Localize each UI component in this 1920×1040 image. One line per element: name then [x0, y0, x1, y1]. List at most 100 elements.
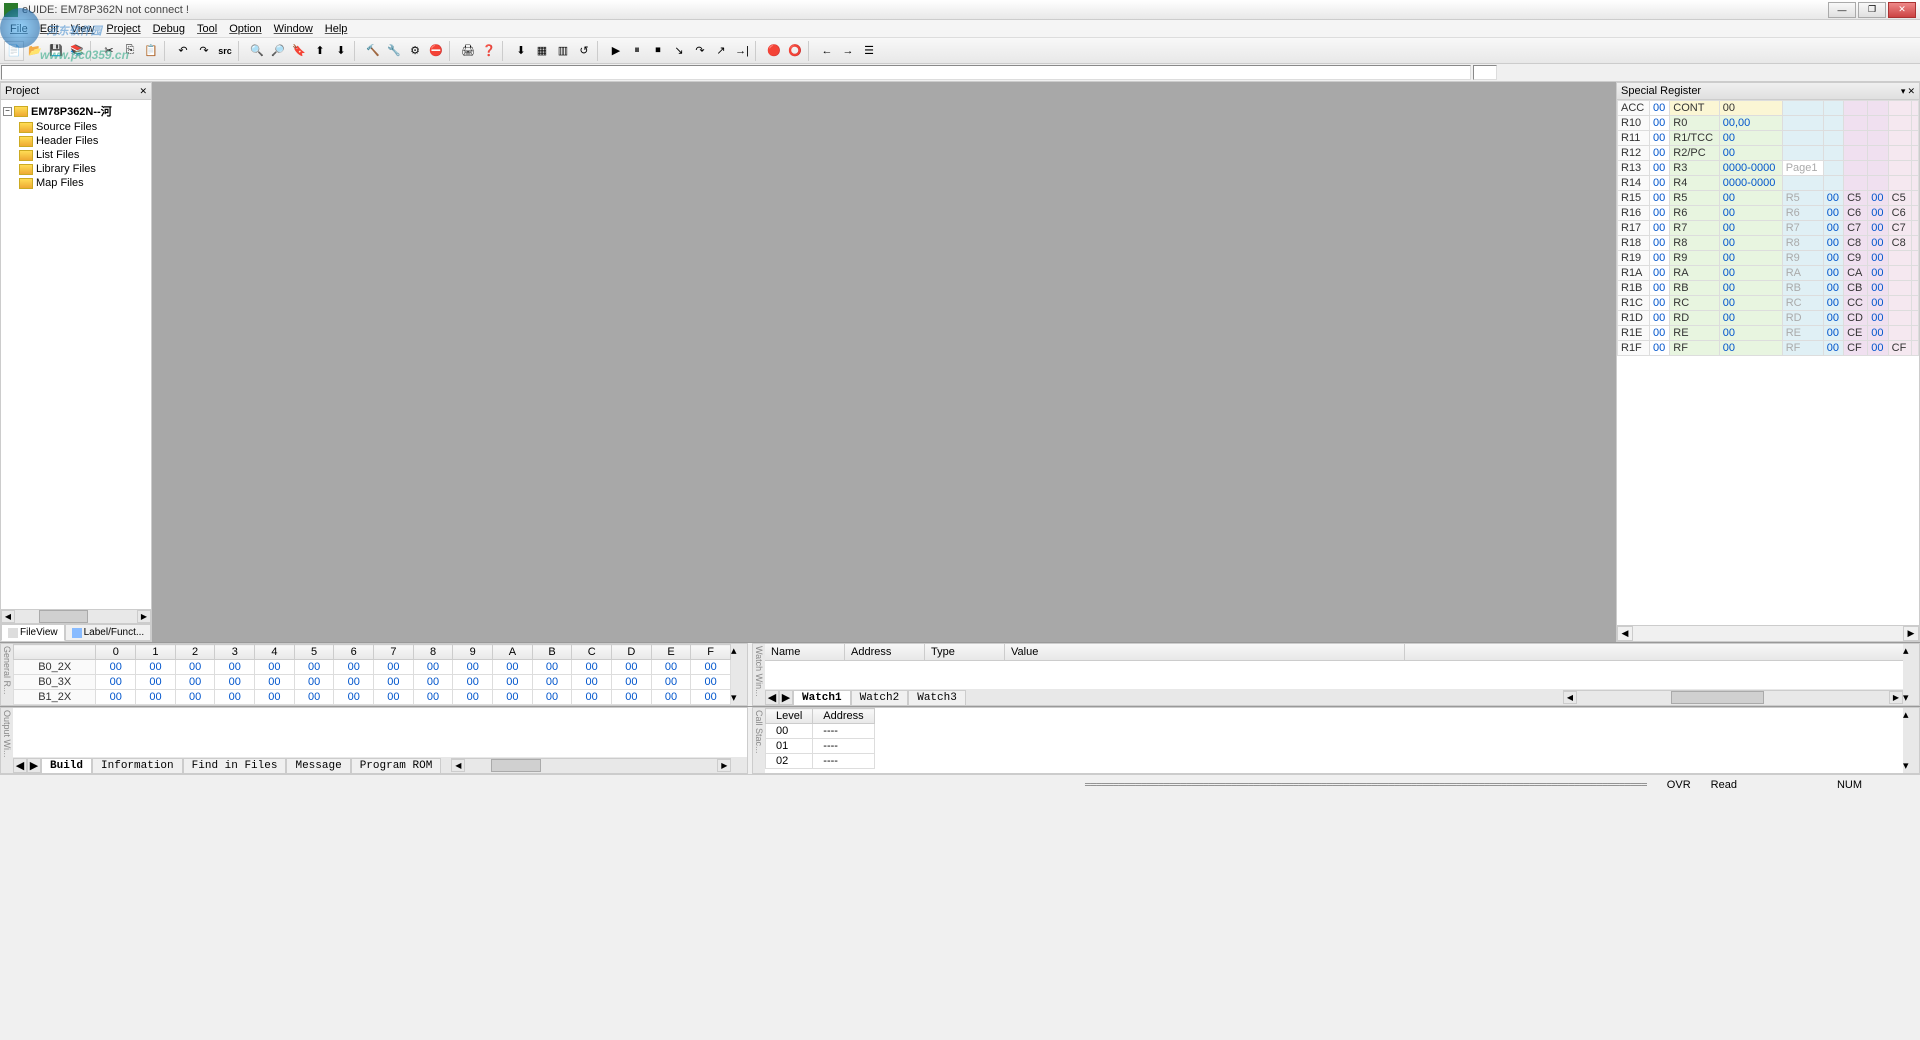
tree-folder[interactable]: List Files [19, 148, 149, 162]
print-icon[interactable]: 🖨 [458, 41, 478, 61]
reg-cell[interactable]: 00 [1649, 131, 1669, 146]
output-tab[interactable]: Find in Files [183, 758, 287, 774]
build-icon[interactable]: 🔨 [363, 41, 383, 61]
scroll-up-icon[interactable]: ▴ [731, 644, 747, 658]
reg-cell[interactable]: R8 [1782, 236, 1823, 251]
reg-cell[interactable] [1911, 146, 1918, 161]
memory-table[interactable]: 0123456789ABCDEFB0_2X0000000000000000000… [13, 644, 731, 705]
reg-cell[interactable] [1844, 161, 1868, 176]
mem-cell[interactable]: 00 [493, 660, 533, 675]
mem-cell[interactable]: 00 [255, 690, 295, 705]
reg-cell[interactable] [1888, 131, 1911, 146]
reg-cell[interactable]: R1A [1618, 266, 1650, 281]
reg-cell[interactable]: RC [1782, 296, 1823, 311]
output-tab[interactable]: Message [286, 758, 350, 774]
mem-cell[interactable]: 00 [612, 675, 652, 690]
mem-cell[interactable]: 00 [294, 690, 334, 705]
mem-cell[interactable]: 00 [255, 675, 295, 690]
reg-cell[interactable] [1888, 176, 1911, 191]
reg-cell[interactable]: 00 [1868, 326, 1888, 341]
reg-cell[interactable]: RD [1782, 311, 1823, 326]
reg-cell[interactable] [1911, 116, 1918, 131]
reg-cell[interactable]: 00 [1868, 266, 1888, 281]
reg-cell[interactable] [1911, 266, 1918, 281]
reg-cell[interactable]: 00 [1823, 191, 1843, 206]
menu-project[interactable]: Project [100, 21, 146, 37]
reg-cell[interactable]: CC [1844, 296, 1868, 311]
reg-cell[interactable] [1888, 251, 1911, 266]
reg-cell[interactable]: 00 [1868, 296, 1888, 311]
cut-icon[interactable]: ✂ [99, 41, 119, 61]
mem-cell[interactable]: 00 [215, 675, 255, 690]
reg-cell[interactable]: 00 [1649, 221, 1669, 236]
download-icon[interactable]: ⬇ [511, 41, 531, 61]
reg-cell[interactable] [1911, 191, 1918, 206]
tree-folder[interactable]: Map Files [19, 176, 149, 190]
reg-cell[interactable] [1911, 206, 1918, 221]
reg-cell[interactable]: 00 [1868, 281, 1888, 296]
reg-cell[interactable] [1911, 341, 1918, 356]
redo-icon[interactable]: ↷ [194, 41, 214, 61]
project-hscroll[interactable]: ◀ ▶ [1, 609, 151, 623]
reg-cell[interactable] [1868, 176, 1888, 191]
reg-cell[interactable]: 00 [1868, 251, 1888, 266]
reg-cell[interactable]: C8 [1888, 236, 1911, 251]
reg-cell[interactable] [1911, 221, 1918, 236]
mem-cell[interactable]: 00 [612, 690, 652, 705]
pause-icon[interactable]: ⏸ [627, 41, 647, 61]
output-content[interactable] [13, 708, 747, 757]
mem-cell[interactable]: 00 [334, 690, 374, 705]
reg-cell[interactable]: R1B [1618, 281, 1650, 296]
tab-prev-icon[interactable]: ◀ [765, 690, 779, 705]
reg-cell[interactable]: 00 [1719, 341, 1782, 356]
mem-cell[interactable]: 00 [175, 690, 215, 705]
reg-cell[interactable] [1888, 146, 1911, 161]
reg-cell[interactable]: 00 [1823, 341, 1843, 356]
mem-cell[interactable]: 00 [294, 675, 334, 690]
mem-cell[interactable]: 00 [136, 675, 176, 690]
reg-cell[interactable]: 00 [1649, 281, 1669, 296]
mem-cell[interactable]: 00 [532, 690, 572, 705]
reg-cell[interactable]: R6 [1782, 206, 1823, 221]
reg-cell[interactable]: 00 [1868, 191, 1888, 206]
reg-cell[interactable]: R4 [1670, 176, 1719, 191]
step-into-icon[interactable]: ↘ [669, 41, 689, 61]
reg-cell[interactable]: RE [1782, 326, 1823, 341]
mem-cell[interactable]: 00 [136, 660, 176, 675]
mem-cell[interactable]: 00 [175, 675, 215, 690]
mem-cell[interactable]: 00 [651, 690, 691, 705]
reg-cell[interactable] [1782, 176, 1823, 191]
watch-tab[interactable]: Watch2 [851, 690, 909, 706]
watch-col-header[interactable]: Address [845, 644, 925, 660]
reg-cell[interactable]: 00 [1719, 191, 1782, 206]
reg-cell[interactable] [1888, 266, 1911, 281]
mem-cell[interactable]: 00 [413, 675, 453, 690]
reg-cell[interactable]: RA [1670, 266, 1719, 281]
reg-cell[interactable] [1823, 101, 1843, 116]
mem-cell[interactable]: 00 [572, 675, 612, 690]
reg-cell[interactable] [1911, 236, 1918, 251]
reg-cell[interactable]: 00 [1719, 326, 1782, 341]
reg-cell[interactable]: 00 [1719, 236, 1782, 251]
reg-cell[interactable]: CF [1888, 341, 1911, 356]
reg-cell[interactable]: CD [1844, 311, 1868, 326]
reg-cell[interactable]: 00 [1719, 266, 1782, 281]
reg-cell[interactable] [1844, 176, 1868, 191]
reg-cell[interactable]: R9 [1670, 251, 1719, 266]
reg-cell[interactable]: RF [1782, 341, 1823, 356]
reg-cell[interactable]: R12 [1618, 146, 1650, 161]
reg-cell[interactable]: 00 [1649, 101, 1669, 116]
watch-col-header[interactable]: Value [1005, 644, 1405, 660]
reg-cell[interactable]: 00 [1719, 281, 1782, 296]
reg-cell[interactable]: 00 [1649, 311, 1669, 326]
mem-cell[interactable]: 00 [96, 675, 136, 690]
reg-cell[interactable]: R1E [1618, 326, 1650, 341]
reg-cell[interactable] [1868, 101, 1888, 116]
nav-forward-icon[interactable]: → [838, 41, 858, 61]
reg-cell[interactable]: R2/PC [1670, 146, 1719, 161]
mem-cell[interactable]: 00 [215, 690, 255, 705]
reg-cell[interactable] [1888, 101, 1911, 116]
mem-cell[interactable]: 00 [532, 660, 572, 675]
breakpoint-clear-icon[interactable]: ⭕ [785, 41, 805, 61]
reg-cell[interactable]: 00 [1719, 206, 1782, 221]
